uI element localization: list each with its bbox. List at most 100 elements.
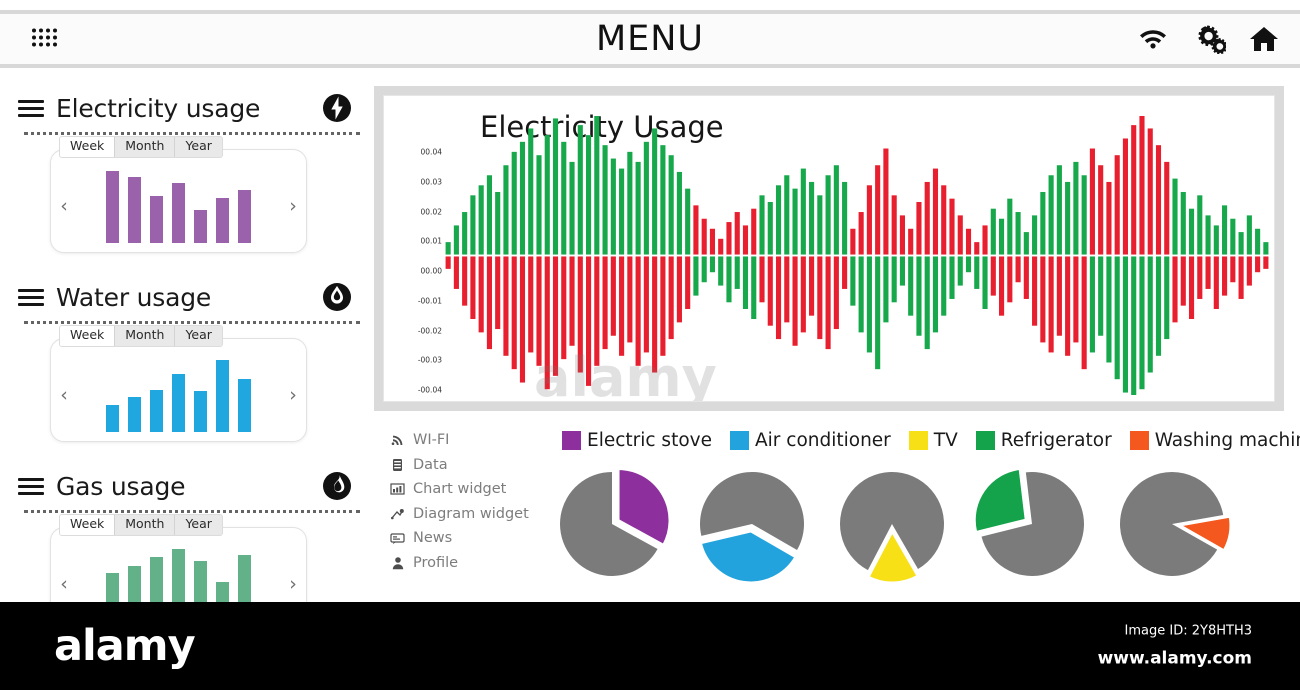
menu-item-news[interactable]: News [390,526,550,551]
bar-water-6 [238,378,251,432]
tab-year-electricity[interactable]: Year [175,137,222,157]
tab-month-water[interactable]: Month [115,326,176,346]
legend-item-refrigerator[interactable]: Refrigerator [975,430,1112,451]
y-tick-label: 00.02 [420,207,442,216]
y-tick-label: -00.04 [417,385,442,395]
wifi-icon[interactable] [1136,26,1170,52]
bar-chart-icon [390,482,405,497]
divider-gas [24,510,360,513]
menu-hamburger-icon[interactable] [18,99,44,117]
bar-electricity-2 [150,195,163,243]
y-tick-label: 00.00 [420,266,442,276]
alamy-logo: alamy [54,621,196,671]
bar-electricity-4 [194,210,207,243]
y-tick-label: -00.02 [417,326,442,335]
pie-chart-washing-machine[interactable] [1110,466,1250,586]
menu-item-label: News [413,530,453,547]
legend-item-washing-machine[interactable]: Washing machine [1129,430,1300,451]
legend-label: Electric stove [587,430,712,451]
menu-hamburger-icon[interactable] [18,288,44,306]
water-card: Week Month Year ‹ › [50,325,307,442]
tab-week-gas[interactable]: Week [60,515,116,535]
legend-item-air-conditioner[interactable]: Air conditioner [729,430,891,451]
tab-year-water[interactable]: Year [175,326,222,346]
legend-label: TV [933,430,958,451]
widget-electricity-usage: Electricity usage Week Month Year ‹ › [18,86,366,253]
menu-item-profile[interactable]: Profile [390,551,550,576]
gas-period-tabs: Week Month Year [59,514,223,536]
legend-color-swatch [729,431,749,450]
database-icon [390,457,405,472]
electricity-period-tabs: Week Month Year [59,136,223,158]
top-header-bar: MENU [0,10,1300,68]
electricity-usage-chart-panel: Electricity Usage 00.04 00.03 00.02 00.01 00… [374,86,1284,411]
water-prev-button[interactable]: ‹ [51,384,77,406]
appliance-legend: Electric stove Air conditioner TV Refrigera… [562,430,1300,451]
legend-color-swatch [1129,431,1149,450]
bar-water-3 [172,374,185,432]
gas-title: Gas usage [56,471,186,501]
divider-water [24,321,360,324]
alamy-footer-bar: alamy Image ID: 2Y8HTH3 www.alamy.com [0,602,1300,690]
pie-chart-electric-stove[interactable] [550,466,690,586]
legend-color-swatch [975,431,995,450]
legend-item-tv[interactable]: TV [908,430,958,451]
appliance-pie-charts [550,466,1250,586]
water-header: Water usage [18,275,366,319]
electricity-bar-chart [77,167,280,245]
diagram-icon [390,506,405,521]
gas-next-button[interactable]: › [280,573,306,595]
bar-water-4 [194,390,207,432]
bar-water-5 [216,360,229,432]
menu-item-label: Profile [413,554,459,571]
tab-month-gas[interactable]: Month [115,515,176,535]
menu-item-label: Diagram widget [413,505,529,522]
tab-year-gas[interactable]: Year [175,515,222,535]
y-tick-label: 00.04 [420,147,442,157]
home-icon[interactable] [1248,25,1280,53]
wifi-signal-icon [390,433,405,448]
chart-plot-area [444,116,1270,395]
divider-electricity [24,132,360,135]
tab-month-electricity[interactable]: Month [115,137,176,157]
electricity-title: Electricity usage [56,93,261,123]
widget-water-usage: Water usage Week Month Year ‹ › [18,275,366,442]
tab-week-water[interactable]: Week [60,326,116,346]
legend-color-swatch [908,431,928,450]
pie-chart-refrigerator[interactable] [970,466,1110,586]
menu-item-diagram-widget[interactable]: Diagram widget [390,502,550,527]
bar-water-0 [106,405,119,432]
gas-prev-button[interactable]: ‹ [51,573,77,595]
user-profile-icon [390,555,405,570]
electricity-prev-button[interactable]: ‹ [51,195,77,217]
footer-url: www.alamy.com [1097,648,1252,669]
menu-item-label: WI-FI [413,432,450,449]
legend-color-swatch [562,431,581,450]
lightning-bolt-icon [322,93,352,123]
water-next-button[interactable]: › [280,384,306,406]
electricity-header: Electricity usage [18,86,366,130]
bar-electricity-6 [238,189,251,243]
pie-chart-air-conditioner[interactable] [690,466,830,586]
menu-item-data[interactable]: Data [390,453,550,478]
menu-hamburger-icon[interactable] [18,477,44,495]
tab-week-electricity[interactable]: Week [60,137,116,157]
electricity-next-button[interactable]: › [280,195,306,217]
news-icon [390,531,405,546]
bar-electricity-1 [128,177,141,243]
bar-water-2 [150,389,163,432]
legend-label: Washing machine [1154,430,1300,451]
pie-chart-tv[interactable] [830,466,970,586]
menu-item-chart-widget[interactable]: Chart widget [390,477,550,502]
settings-gears-icon[interactable] [1192,24,1226,54]
utility-widgets-column: Electricity usage Week Month Year ‹ › Wa… [18,86,366,631]
legend-label: Air conditioner [754,430,891,451]
water-title: Water usage [56,282,212,312]
menu-item-wi-fi[interactable]: WI-FI [390,428,550,453]
gas-header: Gas usage [18,464,366,508]
bar-electricity-3 [172,183,185,243]
bar-electricity-0 [106,171,119,243]
page-title: MENU [595,19,705,59]
legend-item-electric-stove[interactable]: Electric stove [562,430,712,451]
y-tick-label: 00.03 [420,177,442,187]
